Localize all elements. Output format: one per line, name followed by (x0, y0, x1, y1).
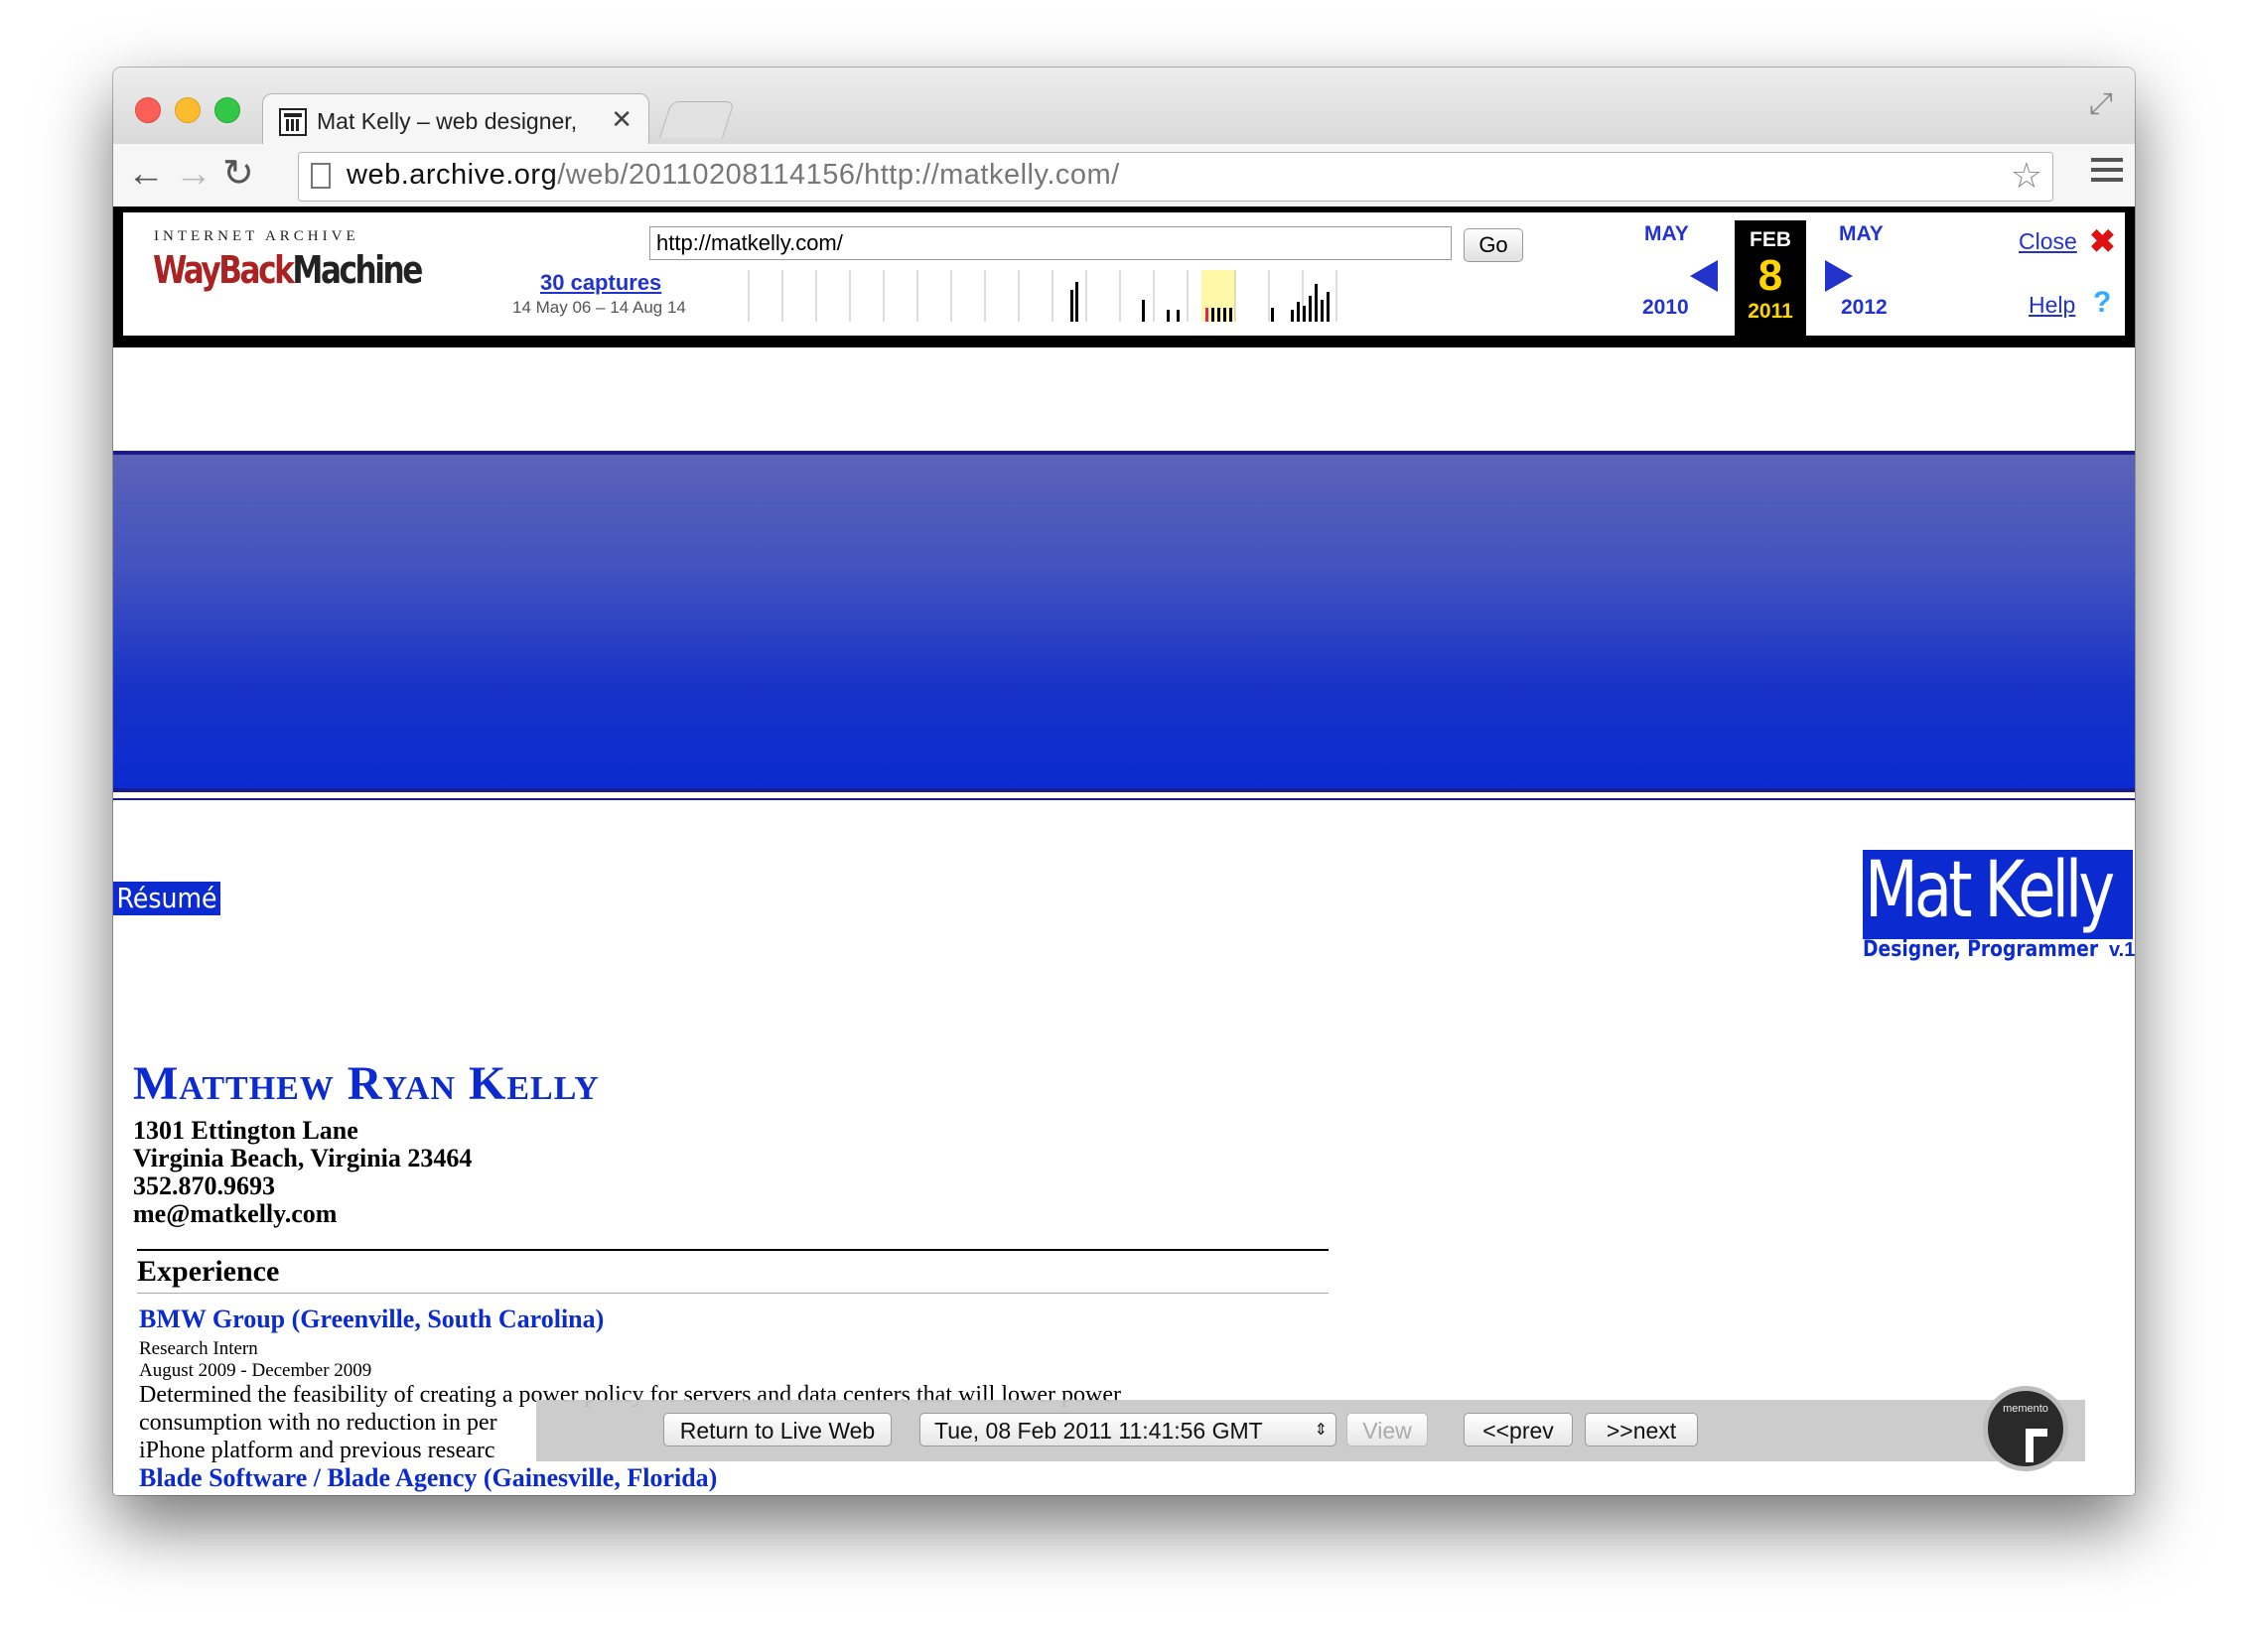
current-month: FEB (1750, 228, 1791, 251)
wayback-url-input[interactable]: http://matkelly.com/ (649, 226, 1452, 260)
memento-clock-label: memento (2003, 1403, 2048, 1415)
forward-arrow-icon[interactable]: → (175, 152, 212, 196)
browser-toolbar: ← → ↻ web.archive.org/web/20110208114156… (113, 144, 2135, 207)
url-path: /web/20110208114156/http://matkelly.com/ (557, 159, 1120, 191)
close-link[interactable]: Close (2019, 228, 2077, 255)
archived-page: Résumé Mat Kelly Designer, Programmer v.… (113, 347, 2135, 1495)
view-button[interactable]: View (1346, 1413, 1428, 1446)
job-role-bmw: Research Intern (139, 1338, 258, 1359)
page-icon (311, 163, 331, 189)
address-city: Virginia Beach, Virginia 23464 (133, 1144, 473, 1172)
capture-sparkline[interactable] (715, 270, 1656, 322)
next-capture-arrow-icon[interactable] (1825, 260, 1853, 292)
next-year-label[interactable]: 2012 (1841, 296, 1888, 320)
job-desc-line-3: iPhone platform and previous researc (139, 1438, 495, 1463)
internet-archive-label: INTERNET ARCHIVE (154, 228, 359, 244)
capture-range: 14 May 06 – 14 Aug 14 (512, 298, 686, 317)
job-desc-line-2: consumption with no reduction in per (139, 1410, 497, 1436)
address-bar[interactable]: web.archive.org/web/20110208114156/http:… (298, 152, 2053, 202)
wayback-machine-logo[interactable]: WayBackMachine (153, 248, 423, 292)
browser-window: Mat Kelly – web designer, p ✕ ⤢ ← → ↻ we… (113, 68, 2135, 1495)
prev-month-label[interactable]: MAY (1644, 222, 1689, 246)
sparkline-bars (1070, 282, 1330, 322)
job-title-bmw[interactable]: BMW Group (Greenville, South Carolina) (139, 1305, 604, 1334)
reload-icon[interactable]: ↻ (222, 152, 254, 196)
current-year: 2011 (1748, 300, 1793, 323)
memento-datetime-select[interactable]: Tue, 08 Feb 2011 11:41:56 GMT ⇕ (919, 1413, 1336, 1446)
minimize-window-button[interactable] (175, 97, 201, 123)
return-to-live-web-button[interactable]: Return to Live Web (663, 1413, 892, 1446)
next-month-label[interactable]: MAY (1839, 222, 1884, 246)
clock-hand-minute (2026, 1429, 2034, 1462)
prev-year-label[interactable]: 2010 (1642, 296, 1689, 320)
active-tab[interactable]: Mat Kelly – web designer, p ✕ (262, 93, 649, 146)
back-arrow-icon[interactable]: ← (127, 152, 165, 196)
fullscreen-icon[interactable]: ⤢ (2089, 87, 2113, 121)
menu-icon[interactable] (2091, 158, 2123, 188)
new-tab-button[interactable] (658, 101, 736, 138)
logo-subtitle: Designer, Programmer (1863, 937, 2099, 962)
address-street: 1301 Ettington Lane (133, 1116, 358, 1145)
current-day: 8 (1757, 251, 1783, 300)
logo-machine: Machine (292, 248, 423, 292)
tab-strip: Mat Kelly – web designer, p ✕ ⤢ (113, 68, 2135, 146)
header-banner (113, 451, 2135, 800)
wayback-panel: INTERNET ARCHIVE WayBackMachine http://m… (123, 212, 2125, 336)
logo-version: v.1 (2109, 939, 2135, 961)
phone: 352.870.9693 (133, 1171, 275, 1200)
resume-name: Matthew Ryan Kelly (133, 1057, 600, 1110)
experience-heading: Experience (137, 1255, 280, 1288)
logo-name: Mat Kelly (1865, 846, 2115, 935)
wayback-toolbar: INTERNET ARCHIVE WayBackMachine http://m… (113, 206, 2135, 347)
prev-capture-arrow-icon[interactable] (1690, 260, 1718, 292)
next-memento-button[interactable]: >>next (1585, 1413, 1698, 1446)
tab-title: Mat Kelly – web designer, p (317, 108, 585, 134)
job-title-blade[interactable]: Blade Software / Blade Agency (Gainesvil… (139, 1463, 717, 1493)
tab-close-icon[interactable]: ✕ (611, 104, 632, 135)
logo-wayback: WayBack (153, 248, 295, 292)
site-logo[interactable]: Mat Kelly (1863, 846, 2133, 939)
url-host: web.archive.org (347, 159, 558, 191)
zoom-window-button[interactable] (214, 97, 240, 123)
archive-favicon-icon (279, 108, 307, 136)
section-divider (137, 1249, 1329, 1251)
memento-datetime-value: Tue, 08 Feb 2011 11:41:56 GMT (934, 1418, 1263, 1444)
bookmark-star-icon[interactable]: ☆ (2011, 155, 2042, 197)
address-text[interactable]: web.archive.org/web/20110208114156/http:… (347, 159, 1120, 192)
sparkline-year-dividers (748, 270, 1337, 322)
close-window-button[interactable] (135, 97, 161, 123)
help-question-icon[interactable]: ? (2093, 286, 2111, 320)
select-arrows-icon: ⇕ (1314, 1422, 1328, 1439)
close-x-icon[interactable]: ✖ (2089, 222, 2116, 260)
section-underline (137, 1293, 1329, 1294)
go-button[interactable]: Go (1464, 228, 1523, 262)
job-dates-bmw: August 2009 - December 2009 (139, 1360, 372, 1381)
help-link[interactable]: Help (2029, 292, 2075, 319)
memento-toolbar: Return to Live Web Tue, 08 Feb 2011 11:4… (536, 1400, 2085, 1461)
email[interactable]: me@matkelly.com (133, 1199, 337, 1229)
prev-memento-button[interactable]: <<prev (1464, 1413, 1573, 1446)
current-capture-date: FEB 8 2011 (1735, 220, 1806, 336)
captures-link[interactable]: 30 captures (540, 270, 661, 296)
memento-clock-icon[interactable]: memento (1983, 1386, 2068, 1471)
resume-tab[interactable]: Résumé (113, 882, 220, 915)
